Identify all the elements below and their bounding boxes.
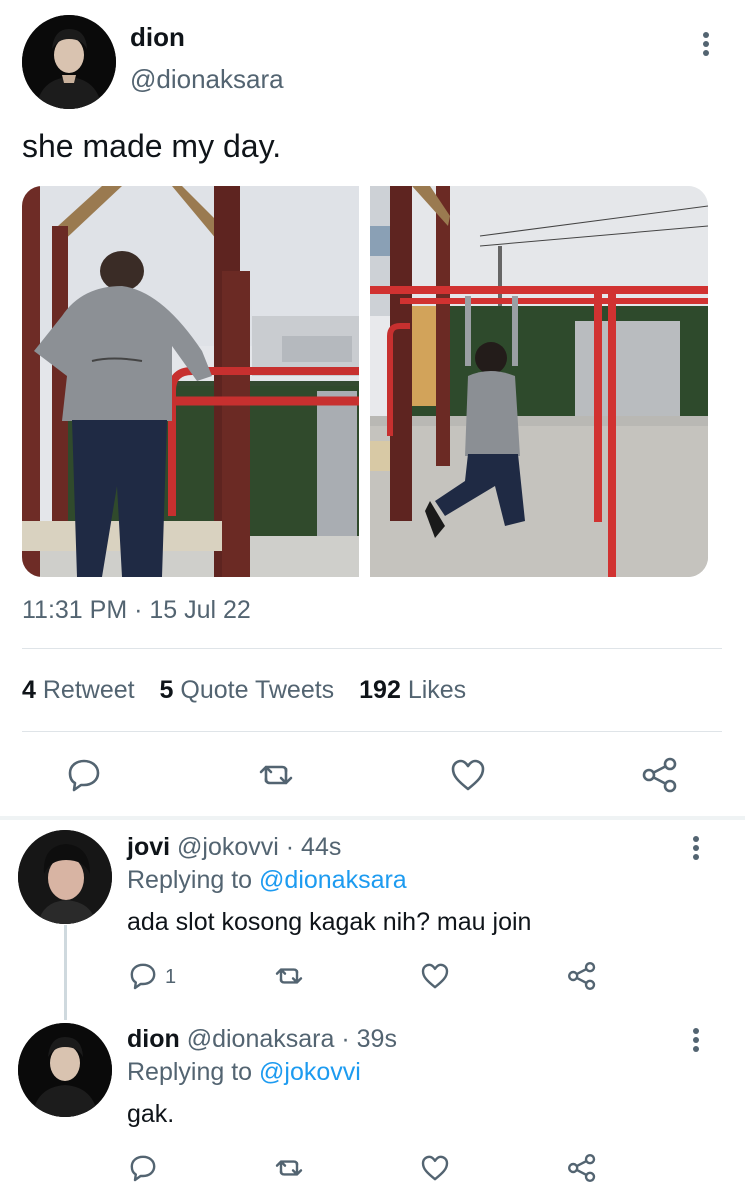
thread-line bbox=[64, 925, 67, 1020]
reply-author-handle[interactable]: @jokovvi bbox=[177, 833, 279, 861]
author-avatar[interactable] bbox=[22, 15, 116, 109]
reply-header: dion @dionaksara · 39s bbox=[127, 1025, 397, 1054]
tweet-photo-1[interactable] bbox=[22, 186, 359, 577]
reply-author-name[interactable]: jovi bbox=[127, 833, 170, 861]
reply-text: gak. bbox=[127, 1100, 175, 1128]
reply-time: · 44s bbox=[285, 833, 342, 861]
replying-to: Replying to @dionaksara bbox=[127, 866, 407, 894]
retweet-icon[interactable] bbox=[273, 960, 305, 992]
divider bbox=[22, 648, 722, 649]
reply-count: 1 bbox=[165, 966, 177, 988]
reply-icon[interactable] bbox=[64, 755, 104, 795]
reply-author-name[interactable]: dion bbox=[127, 1025, 180, 1053]
retweet-icon[interactable] bbox=[256, 755, 296, 795]
likes-stat[interactable]: 192 Likes bbox=[359, 676, 466, 705]
tweet-timestamp[interactable]: 11:31 PM · 15 Jul 22 bbox=[22, 596, 251, 625]
retweet-stat[interactable]: 4 Retweet bbox=[22, 676, 135, 705]
reply-header: jovi @jokovvi · 44s bbox=[127, 833, 341, 862]
more-vertical-icon[interactable] bbox=[692, 1028, 700, 1054]
quote-tweets-stat[interactable]: 5 Quote Tweets bbox=[160, 676, 335, 705]
heart-icon[interactable] bbox=[448, 755, 488, 795]
reply-icon[interactable] bbox=[127, 960, 159, 992]
reply-icon[interactable] bbox=[127, 1152, 159, 1184]
author-handle[interactable]: @dionaksara bbox=[130, 64, 284, 95]
share-icon[interactable] bbox=[640, 755, 680, 795]
author-name[interactable]: dion bbox=[130, 22, 185, 53]
mention-link[interactable]: @dionaksara bbox=[259, 866, 407, 894]
more-vertical-icon[interactable] bbox=[692, 836, 700, 862]
reply-avatar[interactable] bbox=[18, 1023, 112, 1117]
reply-author-handle[interactable]: @dionaksara bbox=[187, 1025, 335, 1053]
share-icon[interactable] bbox=[566, 960, 598, 992]
heart-icon[interactable] bbox=[419, 1152, 451, 1184]
heart-icon[interactable] bbox=[419, 960, 451, 992]
retweet-icon[interactable] bbox=[273, 1152, 305, 1184]
tweet-stats: 4 Retweet 5 Quote Tweets 192 Likes bbox=[22, 676, 484, 705]
share-icon[interactable] bbox=[566, 1152, 598, 1184]
tweet-text: she made my day. bbox=[22, 128, 282, 164]
reply-text: ada slot kosong kagak nih? mau join bbox=[127, 908, 532, 936]
mention-link[interactable]: @jokovvi bbox=[259, 1058, 361, 1086]
reply-avatar[interactable] bbox=[18, 830, 112, 924]
divider bbox=[22, 731, 722, 732]
replying-to: Replying to @jokovvi bbox=[127, 1058, 361, 1086]
more-vertical-icon[interactable] bbox=[702, 32, 710, 58]
reply-time: · 39s bbox=[341, 1025, 397, 1053]
tweet-photo-2[interactable] bbox=[370, 186, 708, 577]
tweet-media[interactable] bbox=[22, 186, 708, 577]
main-tweet: dion @dionaksara she made my day. 11:31 … bbox=[0, 0, 745, 818]
